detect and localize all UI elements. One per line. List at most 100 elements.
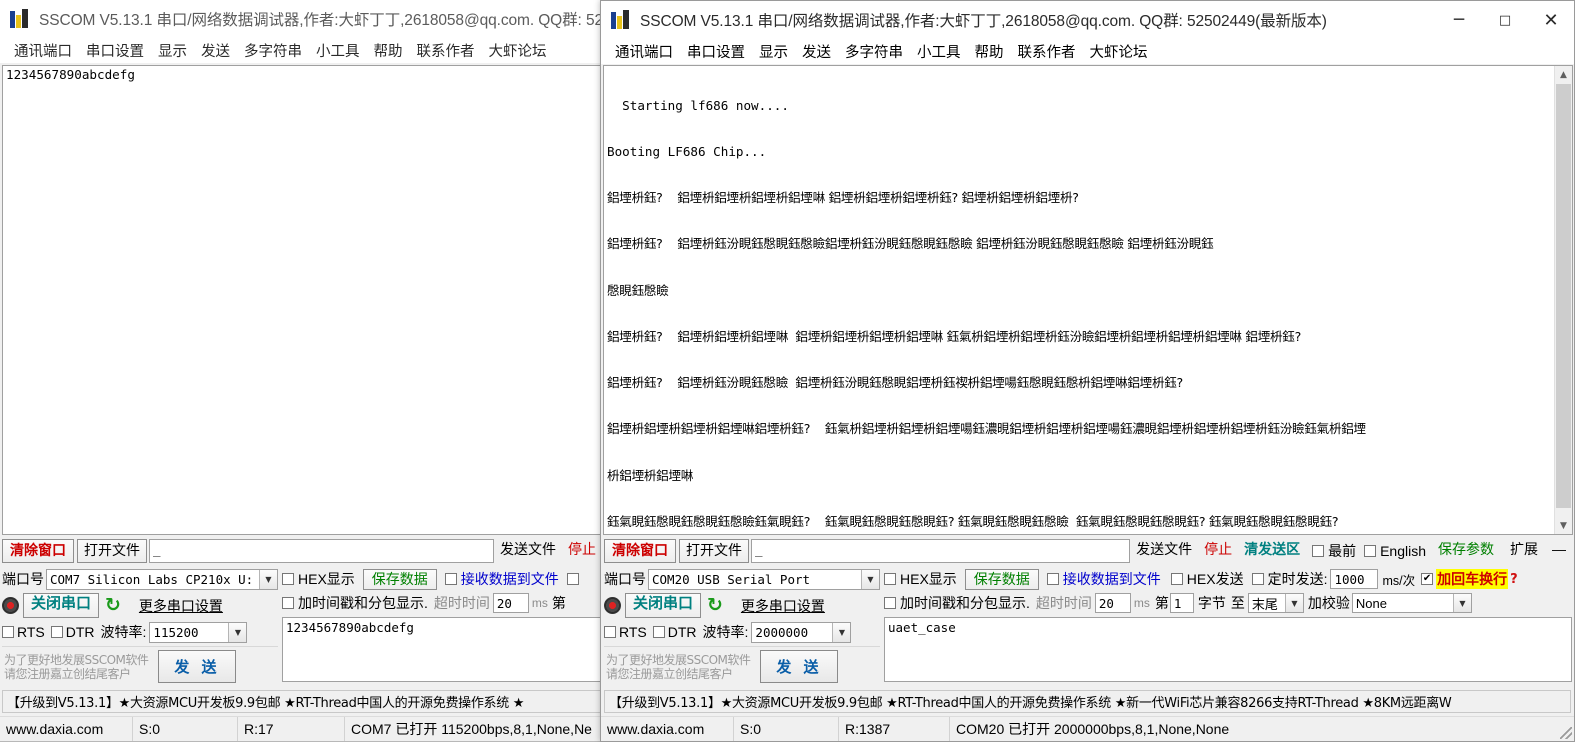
baud-select-left[interactable]: 115200 ▼ bbox=[149, 621, 248, 643]
menu-item-contact[interactable]: 联系作者 bbox=[410, 40, 482, 61]
open-file-button-right[interactable]: 打开文件 bbox=[679, 539, 749, 563]
close-icon[interactable]: ✕ bbox=[1528, 1, 1574, 38]
expand-button-right[interactable]: 扩展 bbox=[1504, 539, 1544, 563]
port-select-right[interactable]: COM20 USB Serial Port ▼ bbox=[648, 568, 880, 590]
extra-checkbox-left[interactable] bbox=[566, 573, 579, 585]
crlf-label-right: 加回车换行 bbox=[1436, 569, 1509, 589]
menu-item-forum[interactable]: 大虾论坛 bbox=[482, 40, 554, 61]
send-textarea-right[interactable]: uaet_case bbox=[884, 617, 1572, 682]
timeout-input-left[interactable]: 20 bbox=[492, 593, 529, 613]
send-textarea-left[interactable]: 1234567890abcdefg bbox=[282, 617, 602, 682]
menu-item-serial-config[interactable]: 串口设置 bbox=[680, 41, 752, 62]
timestamp-checkbox-right[interactable] bbox=[884, 597, 896, 609]
timed-send-input-right[interactable]: 1000 bbox=[1330, 569, 1379, 589]
menu-item-comm-port[interactable]: 通讯端口 bbox=[7, 40, 79, 61]
timeout-input-right[interactable]: 20 bbox=[1094, 593, 1131, 613]
menu-item-tools[interactable]: 小工具 bbox=[309, 40, 367, 61]
dtr-checkbox-left[interactable] bbox=[50, 626, 63, 638]
send-file-button-left[interactable]: 发送文件 bbox=[494, 539, 562, 563]
recv-to-file-checkbox-right[interactable] bbox=[1046, 573, 1059, 585]
topmost-checkbox-right[interactable] bbox=[1312, 545, 1325, 557]
menu-item-send[interactable]: 发送 bbox=[194, 40, 237, 61]
file-path-input-right[interactable]: _ bbox=[751, 539, 1131, 563]
ms-per-label-right: ms/次 bbox=[1382, 573, 1416, 588]
minimize-icon[interactable]: ─ bbox=[1436, 1, 1482, 38]
chevron-down-icon[interactable]: ▼ bbox=[228, 622, 247, 642]
menu-item-tools[interactable]: 小工具 bbox=[910, 41, 968, 62]
open-file-button-left[interactable]: 打开文件 bbox=[77, 539, 147, 563]
close-port-button-right[interactable]: 关闭串口 bbox=[625, 593, 701, 618]
resize-grip-icon[interactable] bbox=[1560, 727, 1572, 739]
menu-item-multistring[interactable]: 多字符串 bbox=[838, 41, 910, 62]
scroll-up-icon[interactable]: ▲ bbox=[1555, 66, 1572, 83]
menu-item-comm-port[interactable]: 通讯端口 bbox=[608, 41, 680, 62]
ad-banner-right[interactable]: 【升级到V5.13.1】★大资源MCU开发板9.9包邮 ★RT-Thread中国… bbox=[604, 690, 1571, 713]
title-bar-right[interactable]: SSCOM V5.13.1 串口/网络数据调试器,作者:大虾丁丁,2618058… bbox=[601, 1, 1574, 39]
port-select-left[interactable]: COM7 Silicon Labs CP210x U: ▼ bbox=[46, 568, 278, 590]
refresh-icon[interactable]: ↻ bbox=[105, 596, 121, 615]
hex-display-label-left: HEX显示 bbox=[298, 571, 355, 587]
close-port-button-left[interactable]: 关闭串口 bbox=[23, 593, 99, 618]
rts-checkbox-right[interactable] bbox=[604, 626, 616, 638]
chevron-down-icon[interactable]: ▼ bbox=[1284, 594, 1303, 612]
menu-item-serial-config[interactable]: 串口设置 bbox=[79, 40, 151, 61]
recv-to-file-checkbox-left[interactable] bbox=[444, 573, 457, 585]
send-button-left[interactable]: 发 送 bbox=[158, 650, 237, 683]
menu-item-multistring[interactable]: 多字符串 bbox=[237, 40, 309, 61]
hex-display-checkbox-right[interactable] bbox=[884, 573, 896, 585]
menu-item-display[interactable]: 显示 bbox=[752, 41, 795, 62]
stop-button-left[interactable]: 停止 bbox=[562, 539, 602, 563]
scrollbar-thumb[interactable] bbox=[1556, 84, 1571, 508]
hex-display-checkbox-left[interactable] bbox=[282, 573, 294, 585]
maximize-icon[interactable]: □ bbox=[1482, 1, 1528, 38]
menu-item-contact[interactable]: 联系作者 bbox=[1011, 41, 1083, 62]
more-port-settings-button-left[interactable]: 更多串口设置 bbox=[133, 596, 229, 616]
menu-item-help[interactable]: 帮助 bbox=[968, 41, 1011, 62]
title-bar-left[interactable]: SSCOM V5.13.1 串口/网络数据调试器,作者:大虾丁丁,2618058… bbox=[0, 0, 603, 38]
status-sent-right: S:0 bbox=[734, 717, 839, 741]
nth-byte-input-right[interactable]: 1 bbox=[1169, 593, 1194, 613]
clear-window-button-right[interactable]: 清除窗口 bbox=[604, 539, 676, 563]
send-button-right[interactable]: 发 送 bbox=[760, 650, 839, 683]
save-params-button-right[interactable]: 保存参数 bbox=[1432, 539, 1500, 563]
rts-checkbox-left[interactable] bbox=[2, 626, 14, 638]
clear-send-area-button-right[interactable]: 清发送区 bbox=[1238, 539, 1306, 563]
end-select-right[interactable]: 末尾 ▼ bbox=[1247, 593, 1304, 613]
save-data-button-right[interactable]: 保存数据 bbox=[964, 568, 1039, 590]
chevron-down-icon[interactable]: ▼ bbox=[1452, 594, 1471, 612]
status-site-right[interactable]: www.daxia.com bbox=[601, 717, 734, 741]
english-label-right: English bbox=[1380, 543, 1426, 559]
save-data-button-left[interactable]: 保存数据 bbox=[362, 568, 437, 590]
baud-select-right[interactable]: 2000000 ▼ bbox=[751, 621, 852, 643]
scroll-down-icon[interactable]: ▼ bbox=[1555, 517, 1572, 534]
rts-label-right: RTS bbox=[619, 624, 647, 640]
chevron-down-icon[interactable]: ▼ bbox=[259, 569, 277, 589]
checksum-select-right[interactable]: None ▼ bbox=[1351, 593, 1472, 613]
menu-item-help[interactable]: 帮助 bbox=[367, 40, 410, 61]
english-checkbox-right[interactable] bbox=[1364, 545, 1377, 557]
help-question-icon[interactable]: ? bbox=[1510, 572, 1518, 587]
more-port-settings-button-right[interactable]: 更多串口设置 bbox=[735, 596, 831, 616]
send-file-button-right[interactable]: 发送文件 bbox=[1130, 539, 1198, 563]
status-site-left[interactable]: www.daxia.com bbox=[0, 717, 133, 741]
menu-item-send[interactable]: 发送 bbox=[795, 41, 838, 62]
terminal-output-left[interactable]: 1234567890abcdefg bbox=[2, 65, 602, 535]
menu-item-display[interactable]: 显示 bbox=[151, 40, 194, 61]
timestamp-checkbox-left[interactable] bbox=[282, 597, 294, 609]
crlf-checkbox-right[interactable] bbox=[1421, 573, 1434, 585]
ad-banner-left[interactable]: 【升级到V5.13.1】★大资源MCU开发板9.9包邮 ★RT-Thread中国… bbox=[2, 690, 601, 713]
file-path-input-left[interactable]: _ bbox=[149, 539, 494, 563]
baud-label-right: 波特率: bbox=[702, 624, 749, 640]
chevron-down-icon[interactable]: ▼ bbox=[861, 569, 879, 589]
timed-send-checkbox-right[interactable] bbox=[1251, 573, 1264, 585]
hex-send-checkbox-right[interactable] bbox=[1170, 573, 1183, 585]
clear-window-button-left[interactable]: 清除窗口 bbox=[2, 539, 74, 563]
menu-item-forum[interactable]: 大虾论坛 bbox=[1083, 41, 1155, 62]
dtr-checkbox-right[interactable] bbox=[652, 626, 665, 638]
collapse-button-right[interactable]: — bbox=[1546, 539, 1572, 563]
terminal-scrollbar-right[interactable]: ▲ ▼ bbox=[1554, 66, 1572, 534]
chevron-down-icon[interactable]: ▼ bbox=[832, 622, 851, 642]
stop-button-right[interactable]: 停止 bbox=[1198, 539, 1238, 563]
terminal-output-right[interactable]: Starting lf686 now.... Booting LF686 Chi… bbox=[603, 65, 1573, 535]
refresh-icon[interactable]: ↻ bbox=[707, 596, 723, 615]
